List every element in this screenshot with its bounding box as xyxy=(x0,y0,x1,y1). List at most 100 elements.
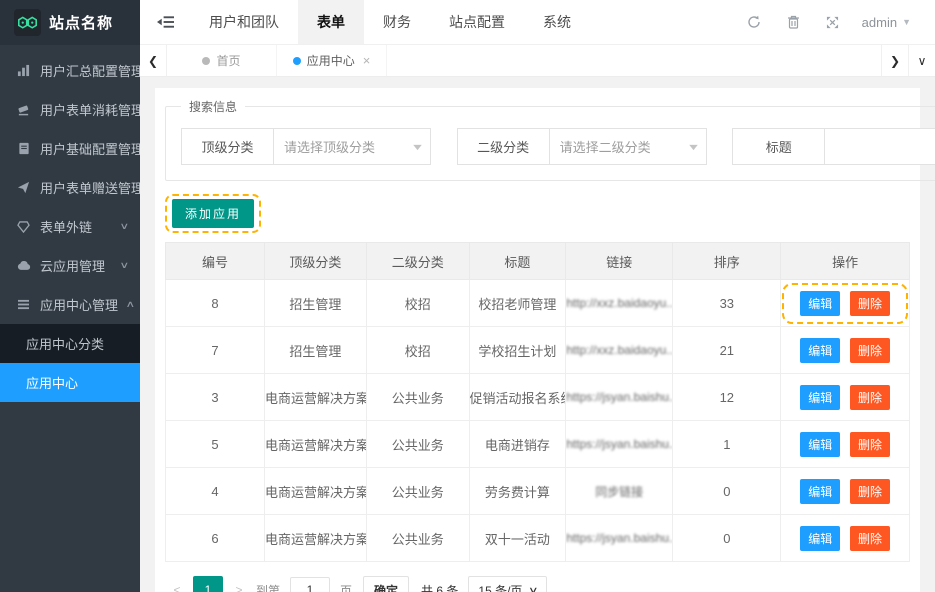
prev-page-button[interactable]: < xyxy=(165,576,189,592)
site-title: 站点名称 xyxy=(49,12,113,33)
title-group: 标题 xyxy=(732,128,935,165)
col-title: 标题 xyxy=(469,243,566,280)
tabs-scroll-left-icon[interactable]: ❮ xyxy=(140,45,167,76)
topnav-forms[interactable]: 表单 xyxy=(298,0,364,44)
row-link[interactable]: http://xxz.baidaoyu... xyxy=(566,343,673,357)
sidebar-submenu: 应用中心分类 应用中心 xyxy=(0,324,140,402)
search-panel: 搜索信息 顶级分类 请选择顶级分类 ▼ 二级分类 xyxy=(165,98,935,181)
cloud-icon xyxy=(16,260,31,271)
topnav-finance[interactable]: 财务 xyxy=(364,0,430,44)
delete-button[interactable]: 删除 xyxy=(850,432,890,457)
table-row: 5 电商运营解决方案 公共业务 电商进销存 https://jsyan.bais… xyxy=(166,421,910,468)
second-category-group: 二级分类 请选择二级分类 ▼ xyxy=(457,128,707,165)
username: admin xyxy=(862,15,897,30)
col-id: 编号 xyxy=(166,243,265,280)
site-logo-icon xyxy=(14,9,41,36)
topnav-users-teams[interactable]: 用户和团队 xyxy=(190,0,298,44)
app-center-card: 搜索信息 顶级分类 请选择顶级分类 ▼ 二级分类 xyxy=(155,88,920,592)
fullscreen-icon[interactable] xyxy=(813,16,852,29)
top-category-group: 顶级分类 请选择顶级分类 ▼ xyxy=(181,128,431,165)
chevron-down-icon: ∨ xyxy=(120,221,130,232)
list-icon xyxy=(16,299,31,310)
annotation-highlight: 添加应用 xyxy=(165,194,261,233)
tabs-menu-icon[interactable]: ∨ xyxy=(908,45,935,76)
refresh-icon[interactable] xyxy=(734,15,774,29)
topbar-right: admin ▼ xyxy=(734,0,935,44)
tab-home[interactable]: 首页 xyxy=(167,45,277,76)
goto-prefix: 到第 xyxy=(256,582,280,592)
goto-page-input[interactable] xyxy=(290,577,330,592)
col-second-category: 二级分类 xyxy=(366,243,469,280)
sidebar-item-form-gift[interactable]: 用户表单赠送管理 xyxy=(0,168,140,207)
sidebar-item-app-center-category[interactable]: 应用中心分类 xyxy=(0,324,140,363)
logo[interactable]: 站点名称 xyxy=(0,0,140,45)
clear-cache-icon[interactable] xyxy=(774,15,813,29)
collapse-sidebar-icon[interactable] xyxy=(140,0,190,44)
main-area: 用户和团队 表单 财务 站点配置 系统 admin ▼ xyxy=(140,0,935,592)
tab-bar: ❮ 首页 应用中心 × ❯ ∨ xyxy=(140,45,935,77)
delete-button[interactable]: 删除 xyxy=(850,479,890,504)
delete-button[interactable]: 删除 xyxy=(850,338,890,363)
edit-button[interactable]: 编辑 xyxy=(800,338,840,363)
top-navigation: 用户和团队 表单 财务 站点配置 系统 xyxy=(190,0,590,44)
delete-button[interactable]: 删除 xyxy=(850,385,890,410)
goto-suffix: 页 xyxy=(340,582,352,592)
goto-confirm-button[interactable]: 确定 xyxy=(363,576,409,592)
chevron-down-icon: ∨ xyxy=(528,585,539,592)
col-sort: 排序 xyxy=(673,243,781,280)
sidebar-item-user-base[interactable]: 用户基础配置管理 xyxy=(0,129,140,168)
sidebar-item-form-consume[interactable]: 用户表单消耗管理 xyxy=(0,90,140,129)
sidebar: 站点名称 用户汇总配置管理 用户表单消耗管理 用户基础配置管理 xyxy=(0,0,140,592)
row-link[interactable]: https://jsyan.baishu... xyxy=(566,437,673,451)
tab-dot-icon xyxy=(202,57,210,65)
sidebar-item-cloud-apps[interactable]: 云应用管理 ∨ xyxy=(0,246,140,285)
sidebar-item-form-external[interactable]: 表单外链 ∨ xyxy=(0,207,140,246)
row-link[interactable]: http://xxz.baidaoyu... xyxy=(566,296,673,310)
edit-button[interactable]: 编辑 xyxy=(800,291,840,316)
top-category-select[interactable]: 请选择顶级分类 ▼ xyxy=(273,128,431,165)
topnav-site-config[interactable]: 站点配置 xyxy=(430,0,524,44)
col-top-category: 顶级分类 xyxy=(264,243,366,280)
second-category-select[interactable]: 请选择二级分类 ▼ xyxy=(549,128,707,165)
tabbar-spacer xyxy=(387,45,881,76)
tab-app-center[interactable]: 应用中心 × xyxy=(277,45,387,76)
page-1-button[interactable]: 1 xyxy=(193,576,223,592)
second-category-label: 二级分类 xyxy=(457,128,550,165)
table-row: 4 电商运营解决方案 公共业务 劳务费计算 同步链接 0 编辑 删除 xyxy=(166,468,910,515)
document-icon xyxy=(16,142,31,155)
per-page-select[interactable]: 15 条/页 ∨ xyxy=(468,576,547,592)
title-input[interactable] xyxy=(824,128,935,165)
tabs-scroll-right-icon[interactable]: ❯ xyxy=(881,45,908,76)
table-row: 3 电商运营解决方案 公共业务 促销活动报名系统 https://jsyan.b… xyxy=(166,374,910,421)
table-row: 8 招生管理 校招 校招老师管理 http://xxz.baidaoyu... … xyxy=(166,280,910,327)
sidebar-item-app-center-mgmt[interactable]: 应用中心管理 ∧ xyxy=(0,285,140,324)
row-link[interactable]: https://jsyan.baishu... xyxy=(566,531,673,545)
edit-button[interactable]: 编辑 xyxy=(800,432,840,457)
chevron-down-icon: ∨ xyxy=(120,260,130,271)
delete-button[interactable]: 删除 xyxy=(850,526,890,551)
bar-chart-icon xyxy=(16,64,31,77)
row-link[interactable]: https://jsyan.baishu... xyxy=(566,390,673,404)
edit-button[interactable]: 编辑 xyxy=(800,479,840,504)
delete-button[interactable]: 删除 xyxy=(850,291,890,316)
table-row: 6 电商运营解决方案 公共业务 双十一活动 https://jsyan.bais… xyxy=(166,515,910,562)
annotation-highlight: 编辑 删除 xyxy=(782,283,908,324)
top-category-label: 顶级分类 xyxy=(181,128,274,165)
row-link[interactable]: 同步链接 xyxy=(595,485,643,499)
edit-button[interactable]: 编辑 xyxy=(800,385,840,410)
topnav-system[interactable]: 系统 xyxy=(524,0,590,44)
edit-button[interactable]: 编辑 xyxy=(800,526,840,551)
table-row: 7 招生管理 校招 学校招生计划 http://xxz.baidaoyu... … xyxy=(166,327,910,374)
app-table: 编号 顶级分类 二级分类 标题 链接 排序 操作 8 招生管理 xyxy=(165,242,910,562)
sidebar-item-app-center[interactable]: 应用中心 xyxy=(0,363,140,402)
user-menu[interactable]: admin ▼ xyxy=(852,15,921,30)
sidebar-item-user-summary[interactable]: 用户汇总配置管理 xyxy=(0,51,140,90)
add-app-button[interactable]: 添加应用 xyxy=(172,199,254,228)
sidebar-menu: 用户汇总配置管理 用户表单消耗管理 用户基础配置管理 用户表单赠送管理 xyxy=(0,45,140,592)
next-page-button[interactable]: > xyxy=(227,576,251,592)
chevron-up-icon: ∧ xyxy=(125,299,135,310)
eraser-icon xyxy=(16,103,31,116)
pagination: < 1 > 到第 页 确定 共 6 条 15 条/页 ∨ xyxy=(165,576,910,592)
close-tab-icon[interactable]: × xyxy=(363,53,371,68)
col-link: 链接 xyxy=(566,243,673,280)
